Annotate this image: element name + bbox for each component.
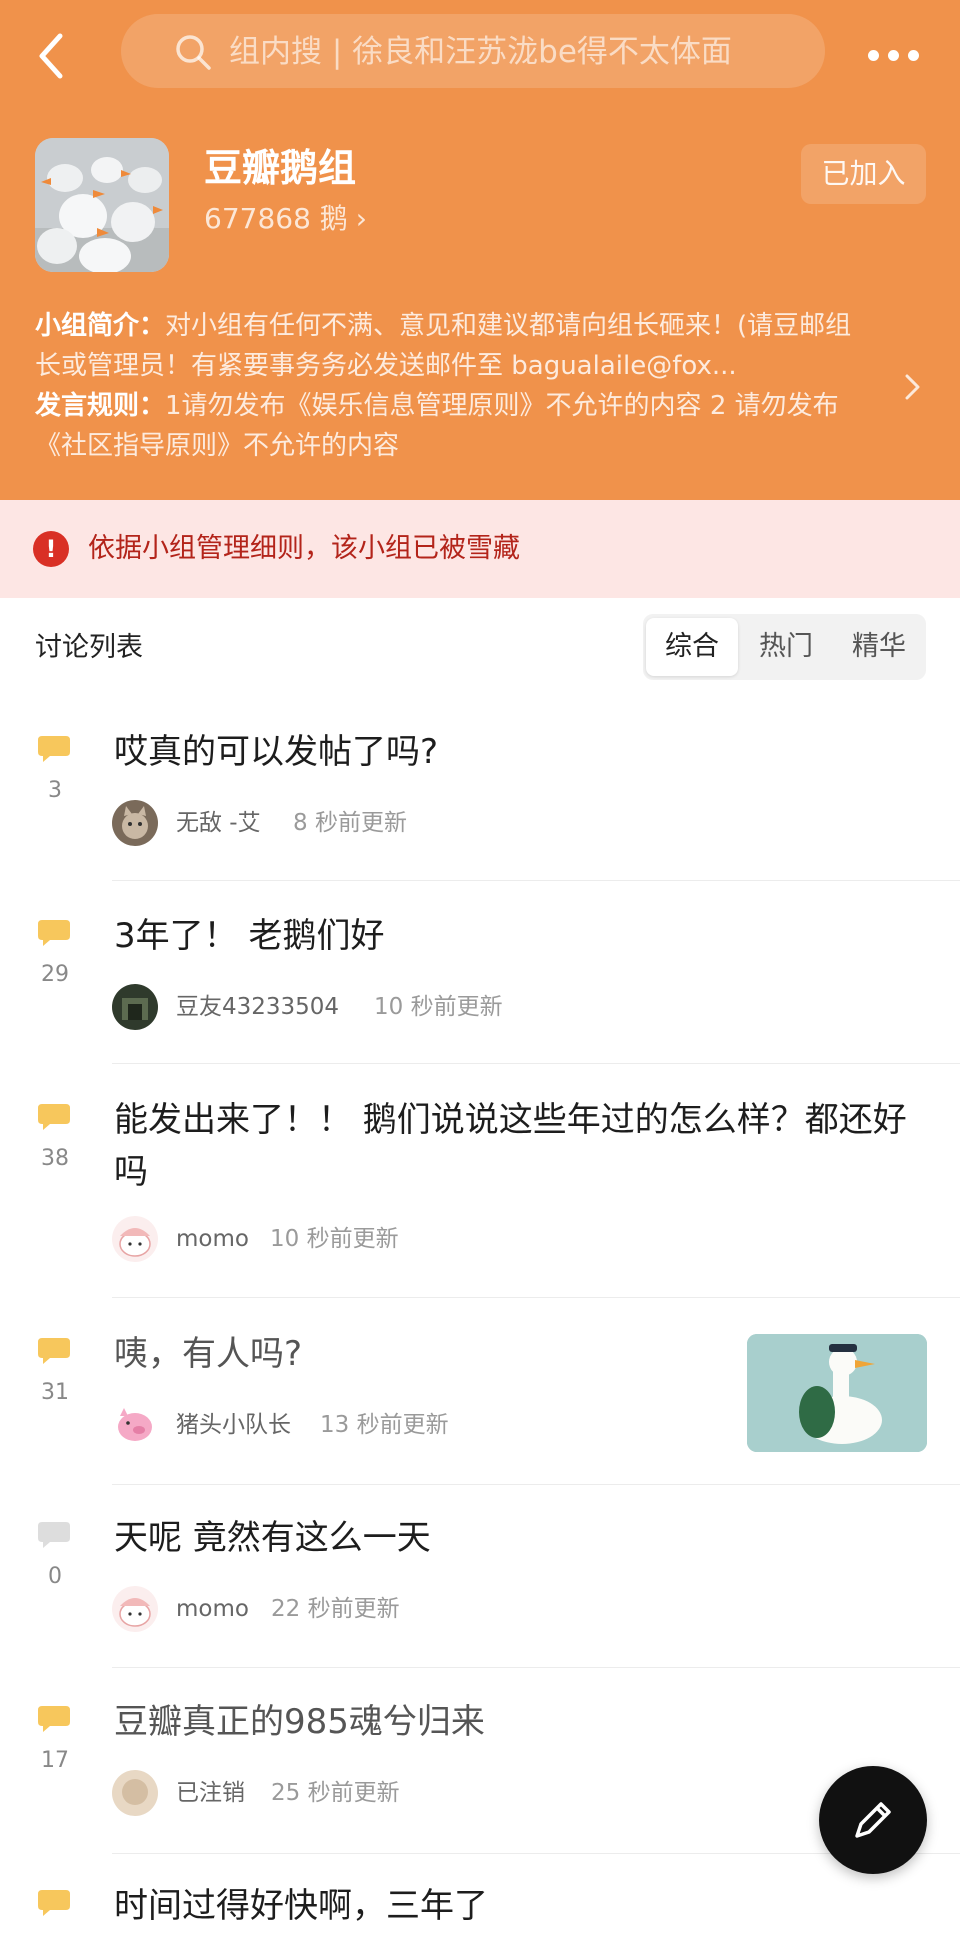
post-author[interactable]: momo: [176, 1592, 249, 1626]
back-button[interactable]: [30, 26, 80, 86]
post-item[interactable]: 17 豆瓣真正的985魂兮归来 已注销 25 秒前更新: [0, 1690, 960, 1850]
comment-count: 31: [41, 1380, 69, 1405]
post-item[interactable]: 0 天呢 竟然有这么一天 momo 22 秒前更新: [0, 1506, 960, 1666]
more-dot-icon: [888, 50, 899, 61]
post-title[interactable]: 哎真的可以发帖了吗?: [114, 726, 914, 778]
post-time: 25 秒前更新: [271, 1780, 400, 1806]
post-item[interactable]: 29 3年了！ 老鹅们好 豆友43233504 10 秒前更新: [0, 904, 960, 1064]
post-author[interactable]: 猪头小队长: [176, 1408, 291, 1442]
pencil-icon: [855, 1802, 891, 1838]
comment-bubble-icon: [38, 1104, 70, 1130]
post-title[interactable]: 咦，有人吗?: [114, 1328, 714, 1380]
discussion-list-title: 讨论列表: [35, 632, 143, 663]
tab-featured[interactable]: 精华: [833, 618, 925, 676]
comment-count: 17: [41, 1748, 69, 1773]
comment-count: 29: [41, 962, 69, 987]
search-placeholder: 组内搜 | 徐良和汪苏泷be得不太体面: [229, 34, 732, 70]
divider: [112, 1484, 960, 1485]
new-post-button[interactable]: [819, 1766, 927, 1874]
post-title[interactable]: 能发出来了！！ 鹅们说说这些年过的怎么样？都还好吗: [114, 1094, 914, 1198]
group-search-bar[interactable]: 组内搜 | 徐良和汪苏泷be得不太体面: [121, 14, 825, 88]
post-title[interactable]: 3年了！ 老鹅们好: [114, 910, 914, 962]
member-count-link[interactable]: 677868 鹅 ›: [204, 200, 367, 238]
cartoon-avatar[interactable]: [112, 1216, 158, 1262]
post-time: 8 秒前更新: [293, 810, 407, 836]
deleted-avatar[interactable]: [112, 1770, 158, 1816]
alert-text: 依据小组管理细则，该小组已被雪藏: [88, 533, 520, 564]
comment-bubble-icon: [38, 736, 70, 762]
post-author[interactable]: 已注销: [176, 1776, 245, 1810]
cartoon-avatar[interactable]: [112, 1586, 158, 1632]
back-arrow-icon: [39, 33, 63, 79]
post-title[interactable]: 豆瓣真正的985魂兮归来: [114, 1696, 914, 1748]
goose-toy-thumbnail[interactable]: [747, 1334, 927, 1452]
comment-bubble-icon: [38, 1338, 70, 1364]
search-icon: [176, 35, 211, 70]
comment-count: 0: [48, 1564, 62, 1589]
tab-overall[interactable]: 综合: [646, 618, 738, 676]
comment-bubble-empty-icon: [38, 1522, 70, 1548]
divider: [112, 880, 960, 881]
geese-photo-icon: [35, 138, 169, 272]
rules-label: 发言规则：: [35, 391, 166, 421]
post-item[interactable]: 38 能发出来了！！ 鹅们说说这些年过的怎么样？都还好吗 momo 10 秒前更…: [0, 1088, 960, 1294]
chevron-right-icon: ›: [355, 202, 367, 235]
joined-button[interactable]: 已加入: [801, 144, 926, 204]
post-author[interactable]: 豆友43233504: [176, 990, 339, 1024]
tab-hot[interactable]: 热门: [740, 618, 832, 676]
post-item[interactable]: 3 哎真的可以发帖了吗? 无敌 -艾 8 秒前更新: [0, 720, 960, 880]
group-intro[interactable]: 小组简介：对小组有任何不满、意见和建议都请向组长砸来！(请豆邮组长或管理员！有紧…: [35, 306, 875, 466]
group-avatar[interactable]: [35, 138, 169, 272]
more-dot-icon: [868, 50, 879, 61]
post-author[interactable]: 无敌 -艾: [176, 806, 261, 840]
post-author[interactable]: momo: [176, 1222, 249, 1256]
post-time: 13 秒前更新: [320, 1412, 449, 1438]
divider: [112, 1297, 960, 1298]
more-dot-icon: [908, 50, 919, 61]
comment-count: 3: [48, 778, 62, 803]
post-time: 10 秒前更新: [374, 994, 503, 1020]
photo-avatar[interactable]: [112, 984, 158, 1030]
sort-tabs: 综合 热门 精华: [643, 614, 926, 680]
alert-icon: !: [33, 531, 69, 567]
group-header: 组内搜 | 徐良和汪苏泷be得不太体面 豆瓣鹅组 677868 鹅› 已加入: [0, 0, 960, 500]
post-item[interactable]: 31 咦，有人吗? 猪头小队长 13 秒前更新: [0, 1322, 960, 1482]
comment-bubble-icon: [38, 920, 70, 946]
intro-label: 小组简介：: [35, 311, 166, 341]
cat-avatar[interactable]: [112, 800, 158, 846]
post-item[interactable]: 时间过得好快啊，三年了: [0, 1874, 960, 1933]
pig-avatar[interactable]: [112, 1402, 158, 1448]
post-time: 22 秒前更新: [271, 1596, 400, 1622]
comment-count: 38: [41, 1146, 69, 1171]
post-title[interactable]: 天呢 竟然有这么一天: [114, 1512, 914, 1564]
divider: [112, 1063, 960, 1064]
group-name: 豆瓣鹅组: [204, 146, 357, 190]
divider: [112, 1667, 960, 1668]
comment-bubble-icon: [38, 1706, 70, 1732]
more-options-button[interactable]: [868, 42, 920, 70]
post-time: 10 秒前更新: [270, 1226, 399, 1252]
post-title[interactable]: 时间过得好快啊，三年了: [114, 1880, 914, 1932]
chevron-right-icon: [905, 374, 920, 400]
comment-bubble-icon: [38, 1890, 70, 1916]
member-count: 677868 鹅: [204, 202, 348, 235]
